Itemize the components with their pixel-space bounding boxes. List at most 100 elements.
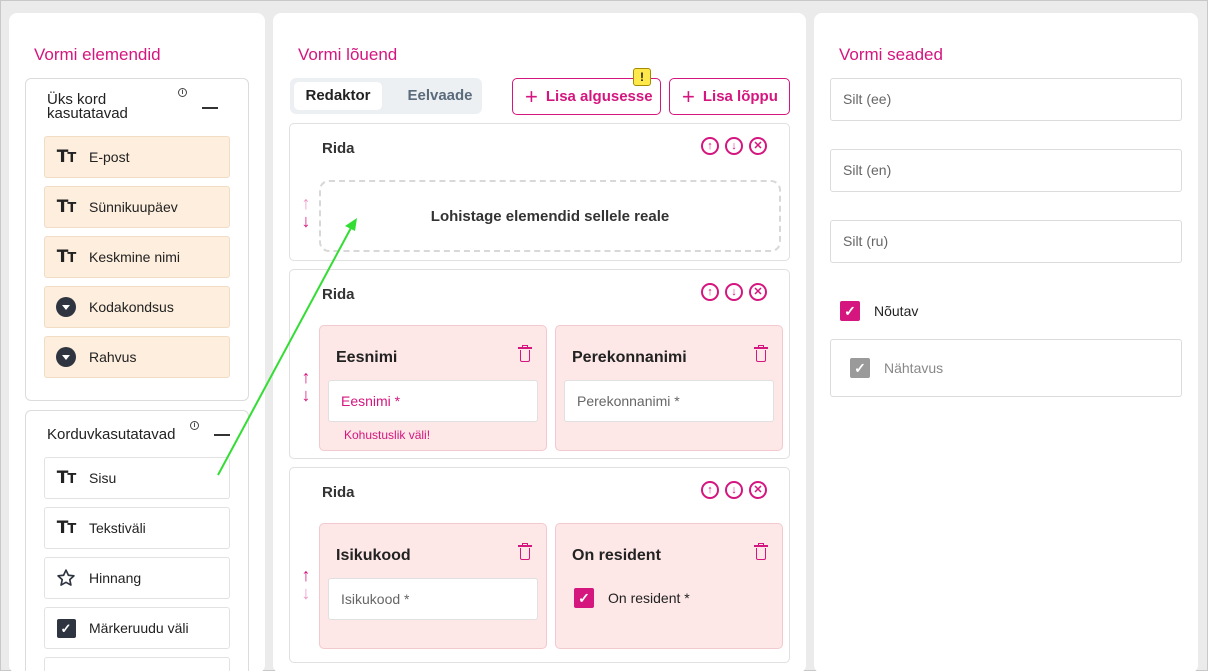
visibility-box: ✓ Nähtavus <box>830 339 1182 397</box>
text-type-icon: TT <box>56 247 76 267</box>
element-sisu[interactable]: TT Sisu <box>44 457 230 499</box>
move-down-icon[interactable]: ↓ <box>725 137 743 155</box>
trash-icon[interactable] <box>754 345 768 362</box>
dropdown-icon <box>55 296 77 318</box>
visibility-checkbox-row[interactable]: ✓ Nähtavus <box>850 358 943 378</box>
row-title: Rida <box>322 140 355 157</box>
drag-handle-icon[interactable]: ↑ ↓ <box>297 566 315 602</box>
row-controls: ↑ ↓ ✕ <box>701 137 767 155</box>
move-up-icon[interactable]: ↑ <box>701 481 719 499</box>
element-label: Märkeruudu väli <box>89 620 189 636</box>
collapse-icon[interactable] <box>214 434 230 436</box>
tab-editor[interactable]: Redaktor <box>294 82 382 110</box>
element-kodakondsus[interactable]: Kodakondsus <box>44 286 230 328</box>
add-to-end-button[interactable]: + Lisa lõppu <box>669 78 790 115</box>
group-title-line2: kasutatavad <box>47 105 128 122</box>
button-label: Lisa lõppu <box>702 88 778 105</box>
element-label: Keskmine nimi <box>89 249 181 265</box>
isikukood-input[interactable]: Isikukood * <box>328 578 538 620</box>
drop-zone[interactable]: Lohistage elemendid sellele reale <box>319 180 781 252</box>
group-title: Üks kord kasutatavad <box>47 92 128 122</box>
remove-icon[interactable]: ✕ <box>749 137 767 155</box>
field-on-resident[interactable]: On resident ✓ On resident * <box>555 523 783 649</box>
trash-icon[interactable] <box>518 543 532 560</box>
form-settings-panel: Vormi seaded Silt (ee) Silt (en) Silt (r… <box>814 13 1198 671</box>
collapse-icon[interactable] <box>202 107 218 109</box>
row-controls: ↑ ↓ ✕ <box>701 283 767 301</box>
checkbox-checked-icon[interactable]: ✓ <box>840 301 860 321</box>
drag-handle-icon[interactable]: ↑ ↓ <box>297 368 315 404</box>
element-label: Sisu <box>89 470 117 486</box>
group-title: Korduvkasutatavad <box>47 426 176 443</box>
element-e-post[interactable]: TT E-post <box>44 136 230 178</box>
checkbox-disabled-icon: ✓ <box>850 358 870 378</box>
element-label: Sünnikuupäev <box>89 199 178 215</box>
info-icon[interactable]: i <box>178 88 187 97</box>
view-toggle: Redaktor Eelvaade <box>290 78 482 114</box>
perekonnanimi-input[interactable]: Perekonnanimi * <box>564 380 774 422</box>
row-title: Rida <box>322 484 355 501</box>
row-title: Rida <box>322 286 355 303</box>
panel-title: Vormi elemendid <box>34 45 161 64</box>
form-elements-panel: Vormi elemendid Üks kord kasutatavad i T… <box>9 13 265 671</box>
move-up-icon[interactable]: ↑ <box>701 137 719 155</box>
plus-icon: + <box>682 83 695 109</box>
once-group: Üks kord kasutatavad i TT E-post TT Sünn… <box>25 78 249 401</box>
trash-icon[interactable] <box>518 345 532 362</box>
info-icon[interactable]: i <box>190 421 199 430</box>
element-partial[interactable] <box>44 657 230 671</box>
panel-title: Vormi lõuend <box>298 45 398 64</box>
warning-badge: ! <box>633 68 651 86</box>
element-label: Hinnang <box>89 570 142 586</box>
label-en-input[interactable]: Silt (en) <box>830 149 1182 192</box>
move-down-icon[interactable]: ↓ <box>725 283 743 301</box>
visibility-label: Nähtavus <box>884 360 944 376</box>
star-icon <box>55 567 77 589</box>
eesnimi-input[interactable]: Eesnimi * <box>328 380 538 422</box>
checkbox-label: On resident * <box>608 590 690 606</box>
element-label: Tekstiväli <box>89 520 146 536</box>
dropdown-icon <box>55 346 77 368</box>
element-markeruudu-vali[interactable]: ✓ Märkeruudu väli <box>44 607 230 649</box>
field-perekonnanimi[interactable]: Perekonnanimi Perekonnanimi * <box>555 325 783 451</box>
remove-icon[interactable]: ✕ <box>749 283 767 301</box>
checkbox-checked-icon[interactable]: ✓ <box>574 588 594 608</box>
remove-icon[interactable]: ✕ <box>749 481 767 499</box>
label-ee-input[interactable]: Silt (ee) <box>830 78 1182 121</box>
drag-handle-icon[interactable]: ↑ ↓ <box>297 194 315 230</box>
form-row[interactable]: Rida ↑ ↓ ✕ ↑ ↓ Lohistage elemendid sellel… <box>289 123 790 261</box>
element-rahvus[interactable]: Rahvus <box>44 336 230 378</box>
text-type-icon: TT <box>56 197 76 217</box>
label-ru-input[interactable]: Silt (ru) <box>830 220 1182 263</box>
plus-icon: + <box>525 83 538 109</box>
field-eesnimi[interactable]: Eesnimi Eesnimi * Kohustuslik väli! <box>319 325 547 451</box>
form-row[interactable]: Rida ↑ ↓ ✕ ↑ ↓ Isikukood Isikukood * On r… <box>289 467 790 663</box>
text-type-icon: TT <box>56 518 76 538</box>
element-label: Rahvus <box>89 349 137 365</box>
element-hinnang[interactable]: Hinnang <box>44 557 230 599</box>
element-tekstivali[interactable]: TT Tekstiväli <box>44 507 230 549</box>
element-label: E-post <box>89 149 130 165</box>
error-message: Kohustuslik väli! <box>344 428 431 442</box>
form-row[interactable]: Rida ↑ ↓ ✕ ↑ ↓ Eesnimi Eesnimi * Kohustus… <box>289 269 790 459</box>
field-title: Eesnimi <box>336 349 398 366</box>
trash-icon[interactable] <box>754 543 768 560</box>
element-label: Kodakondsus <box>89 299 174 315</box>
move-up-icon[interactable]: ↑ <box>701 283 719 301</box>
checkbox-icon: ✓ <box>55 617 77 639</box>
element-sunnikuupaev[interactable]: TT Sünnikuupäev <box>44 186 230 228</box>
resident-checkbox-row[interactable]: ✓ On resident * <box>574 588 690 608</box>
form-canvas-panel: Vormi lõuend Redaktor Eelvaade + Lisa al… <box>273 13 806 671</box>
text-type-icon: TT <box>56 468 76 488</box>
field-isikukood[interactable]: Isikukood Isikukood * <box>319 523 547 649</box>
element-keskmine-nimi[interactable]: TT Keskmine nimi <box>44 236 230 278</box>
row-controls: ↑ ↓ ✕ <box>701 481 767 499</box>
move-down-icon[interactable]: ↓ <box>725 481 743 499</box>
required-checkbox-row[interactable]: ✓ Nõutav <box>840 301 918 321</box>
field-title: On resident <box>572 547 661 564</box>
panel-title: Vormi seaded <box>839 45 943 64</box>
text-type-icon: TT <box>56 147 76 167</box>
tab-preview[interactable]: Eelvaade <box>402 82 478 110</box>
button-label: Lisa algusesse <box>545 88 653 105</box>
field-title: Perekonnanimi <box>572 349 687 366</box>
